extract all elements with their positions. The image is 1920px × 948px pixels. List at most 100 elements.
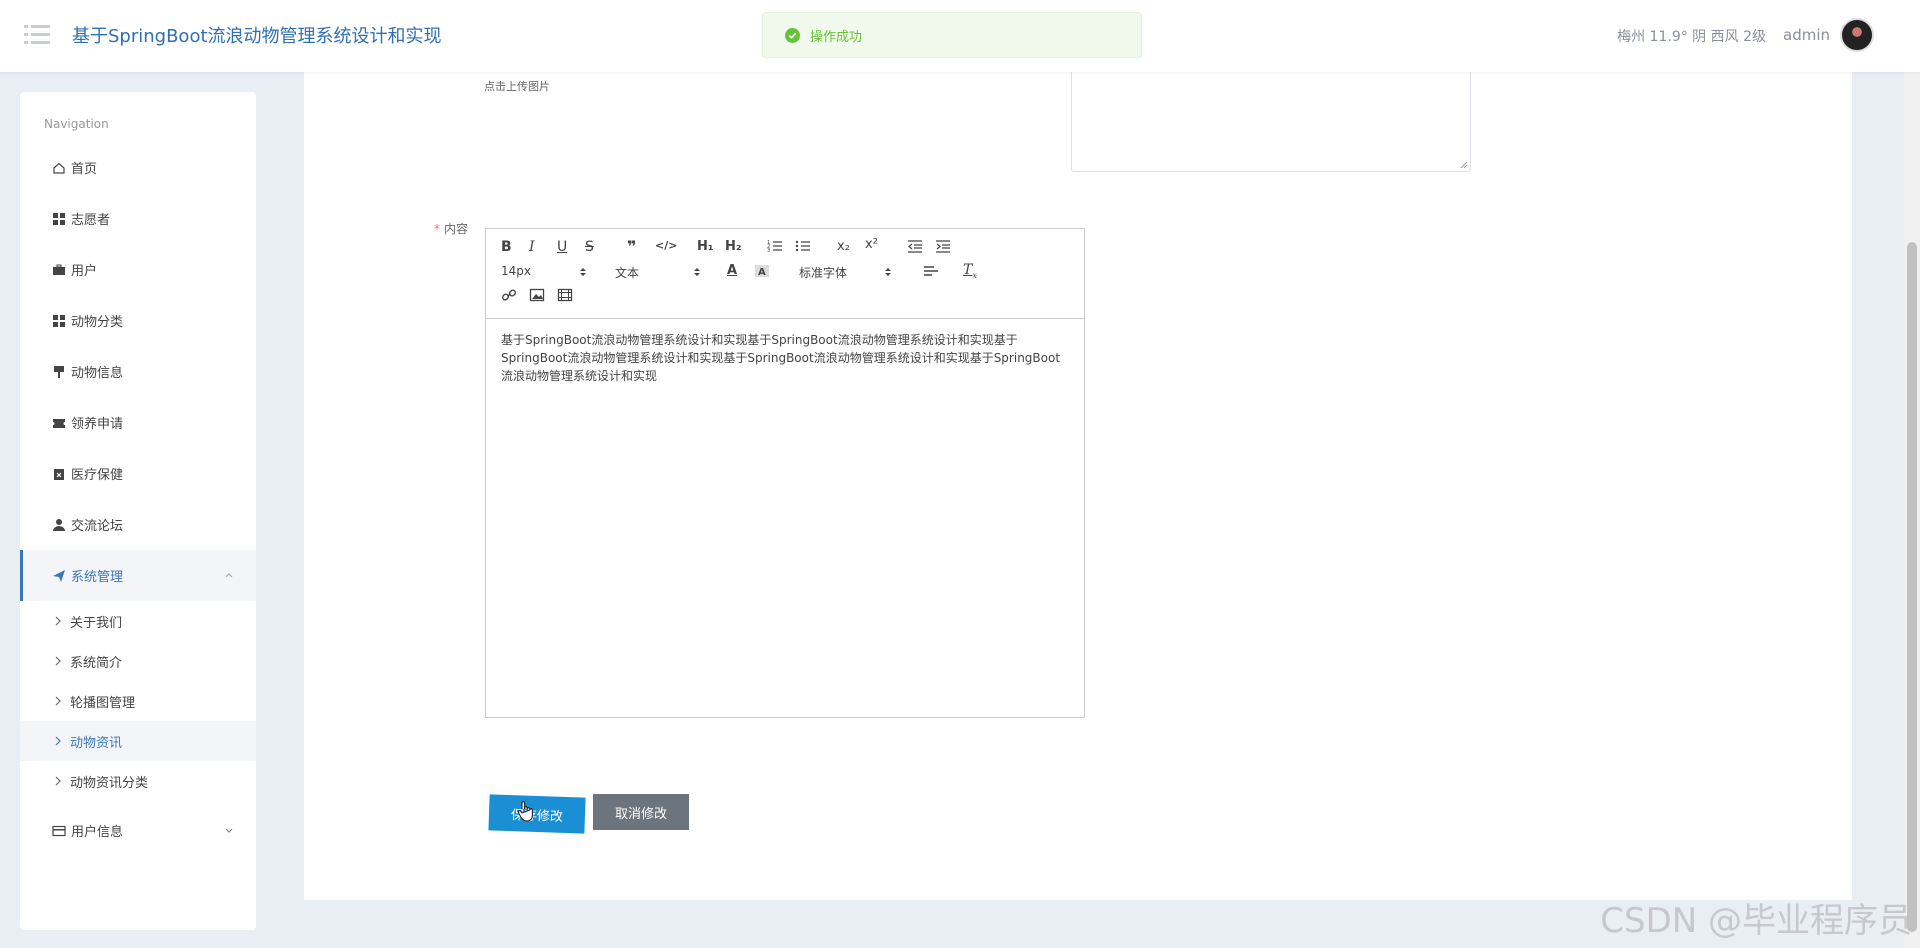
required-mark: * (434, 222, 440, 236)
sidebar-subitem-label: 轮播图管理 (70, 695, 136, 711)
image-icon[interactable] (529, 287, 545, 306)
chevron-right-icon (55, 696, 61, 706)
paper-plane-icon (52, 569, 66, 583)
sidebar-item-volunteer[interactable]: 志愿者 (20, 193, 256, 244)
sidebar-subitem-system-intro[interactable]: 系统简介 (20, 641, 256, 681)
code-block-icon[interactable]: </> (655, 239, 677, 252)
chevron-up-icon (225, 573, 233, 578)
svg-text:A: A (758, 267, 766, 278)
rich-text-editor[interactable]: B I U S ❞ </> H₁ H₂ 123 x₂ x² 14px 文本 A (485, 228, 1085, 718)
sidebar-item-label: 志愿者 (71, 213, 111, 228)
sidebar-subitem-carousel[interactable]: 轮播图管理 (20, 681, 256, 721)
sidebar-item-medical[interactable]: 医疗保健 (20, 448, 256, 499)
content-label: * 内容 (434, 220, 468, 237)
grid-icon (52, 314, 66, 328)
sidebar-item-adoption[interactable]: 领养申请 (20, 397, 256, 448)
sidebar-item-forum[interactable]: 交流论坛 (20, 499, 256, 550)
sidebar-subitem-label: 动物资讯 (70, 735, 123, 751)
main-content: 点击上传图片 * 内容 B I U S ❞ </> H₁ H₂ 123 x₂ x²… (304, 72, 1852, 900)
chevron-right-icon (55, 776, 61, 786)
sidebar: Navigation 首页 志愿者 用户 动物分类 动物信息 领养申请 医疗保健 (20, 92, 256, 930)
sidebar-item-home[interactable]: 首页 (20, 142, 256, 193)
sidebar-item-label: 动物信息 (71, 366, 124, 381)
grid-icon (52, 212, 66, 226)
avatar[interactable] (1840, 18, 1874, 52)
page-scrollbar[interactable] (1904, 72, 1920, 948)
font-size-select[interactable]: 14px (501, 264, 586, 278)
sidebar-item-label: 动物分类 (71, 315, 124, 330)
sidebar-item-user-info[interactable]: 用户信息 (20, 805, 256, 856)
scrollbar-thumb[interactable] (1907, 242, 1917, 932)
select-arrows-icon (885, 268, 891, 276)
font-family-select[interactable]: 标准字体 (799, 264, 894, 281)
sidebar-subitem-animal-news-category[interactable]: 动物资讯分类 (20, 761, 256, 801)
font-family-value: 标准字体 (799, 266, 848, 280)
bullet-list-icon[interactable] (795, 238, 811, 257)
superscript-icon[interactable]: x² (865, 237, 878, 252)
content-label-text: 内容 (444, 222, 469, 236)
description-textarea[interactable] (1071, 72, 1471, 172)
select-arrows-icon (580, 268, 586, 276)
svg-text:3: 3 (767, 248, 770, 254)
background-color-icon[interactable]: A (754, 263, 770, 282)
sidebar-item-animal-category[interactable]: 动物分类 (20, 295, 256, 346)
sidebar-item-label: 首页 (71, 162, 98, 177)
indent-icon[interactable] (935, 238, 951, 257)
sidebar-item-label: 系统管理 (71, 570, 124, 585)
username[interactable]: admin (1783, 26, 1830, 44)
text-style-select[interactable]: 文本 (615, 264, 700, 281)
chevron-right-icon (55, 656, 61, 666)
blockquote-icon[interactable]: ❞ (627, 237, 636, 256)
sidebar-subitem-label: 系统简介 (70, 655, 123, 671)
home-icon (52, 161, 66, 175)
sidebar-item-user[interactable]: 用户 (20, 244, 256, 295)
success-toast: 操作成功 (762, 12, 1142, 58)
heading1-icon[interactable]: H₁ (697, 239, 714, 254)
card-icon (52, 824, 66, 838)
clear-format-icon[interactable]: Tx (963, 262, 977, 280)
clipboard-icon (52, 467, 66, 481)
sidebar-item-label: 用户信息 (71, 825, 124, 840)
sidebar-subitem-about-us[interactable]: 关于我们 (20, 601, 256, 641)
chevron-right-icon (55, 616, 61, 626)
sidebar-item-label: 医疗保健 (71, 468, 124, 483)
ordered-list-icon[interactable]: 123 (767, 238, 783, 257)
ticket-icon (52, 416, 66, 430)
pin-icon (52, 365, 66, 379)
resize-grip-icon[interactable] (1460, 161, 1468, 169)
outdent-icon[interactable] (907, 238, 923, 257)
app-title: 基于SpringBoot流浪动物管理系统设计和实现 (72, 26, 442, 47)
video-icon[interactable] (557, 287, 573, 306)
text-style-value: 文本 (615, 266, 640, 280)
watermark: CSDN @毕业程序员 (1600, 901, 1912, 941)
sidebar-item-label: 用户 (71, 264, 98, 279)
bold-icon[interactable]: B (501, 239, 512, 255)
sidebar-item-label: 交流论坛 (71, 519, 124, 534)
menu-toggle-icon[interactable] (24, 24, 50, 46)
weather-info: 梅州 11.9° 阴 西风 2级 (1617, 29, 1766, 45)
cancel-button[interactable]: 取消修改 (593, 794, 689, 830)
editor-body[interactable]: 基于SpringBoot流浪动物管理系统设计和实现基于SpringBoot流浪动… (486, 319, 1084, 397)
link-icon[interactable] (501, 287, 517, 306)
chevron-right-icon (55, 736, 61, 746)
italic-icon[interactable]: I (529, 239, 535, 255)
toast-message: 操作成功 (810, 29, 863, 45)
save-button[interactable]: 保存修改 (488, 794, 586, 834)
font-color-icon[interactable]: A (727, 263, 737, 278)
sidebar-subitem-animal-news[interactable]: 动物资讯 (20, 721, 256, 761)
heading2-icon[interactable]: H₂ (725, 239, 742, 254)
sidebar-subitem-label: 关于我们 (70, 615, 123, 631)
nav-list: 首页 志愿者 用户 动物分类 动物信息 领养申请 医疗保健 交流论坛 系统管理 … (20, 142, 256, 856)
upload-hint[interactable]: 点击上传图片 (484, 78, 550, 94)
success-check-icon (785, 27, 800, 43)
nav-title: Navigation (44, 117, 109, 131)
align-icon[interactable] (923, 263, 939, 282)
subscript-icon[interactable]: x₂ (837, 239, 850, 254)
sidebar-item-animal-info[interactable]: 动物信息 (20, 346, 256, 397)
hand-cursor-icon (517, 801, 533, 822)
sidebar-item-label: 领养申请 (71, 417, 124, 432)
underline-icon[interactable]: U (557, 239, 567, 255)
strikethrough-icon[interactable]: S (585, 239, 594, 255)
sidebar-item-system-management[interactable]: 系统管理 (20, 550, 256, 601)
briefcase-icon (52, 263, 66, 277)
